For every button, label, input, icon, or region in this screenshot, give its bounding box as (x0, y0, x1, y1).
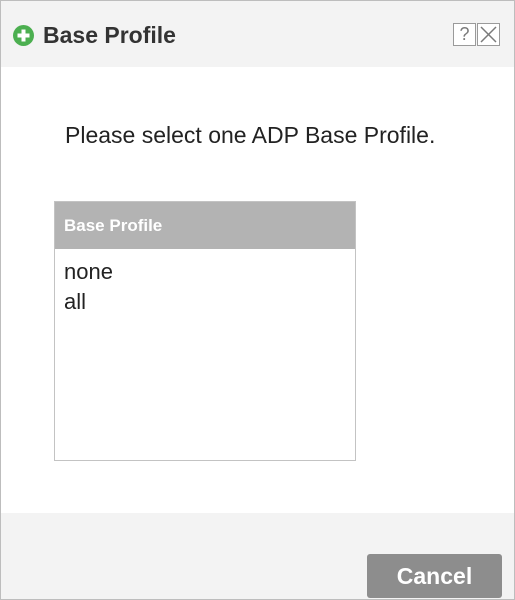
instruction-text: Please select one ADP Base Profile. (65, 122, 436, 148)
add-circle-icon (13, 25, 34, 46)
close-button[interactable] (477, 23, 500, 46)
list-item-all[interactable]: all (55, 287, 355, 317)
close-icon (480, 26, 497, 43)
help-button[interactable]: ? (453, 23, 476, 46)
base-profile-dialog: Base Profile ? Please select one ADP Bas… (0, 0, 515, 600)
dialog-footer: Cancel (1, 513, 514, 599)
list-item-none[interactable]: none (55, 257, 355, 287)
cancel-button[interactable]: Cancel (367, 554, 502, 598)
list-header: Base Profile (55, 202, 355, 249)
dialog-title: Base Profile (43, 22, 176, 48)
base-profile-list: Base Profile none all (54, 201, 356, 461)
dialog-titlebar: Base Profile ? (1, 1, 514, 67)
list-items: none all (55, 249, 355, 317)
